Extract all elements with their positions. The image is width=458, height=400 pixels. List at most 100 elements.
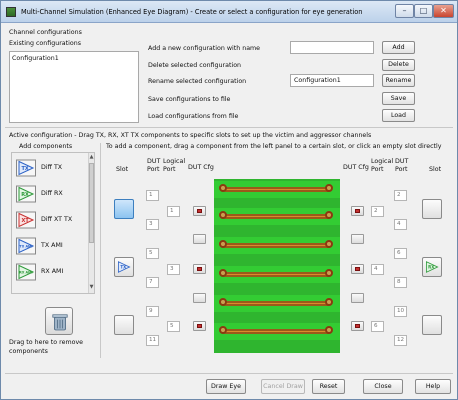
config-indicator-icon — [355, 267, 360, 271]
slot-instructions: To add a component, drag a component fro… — [106, 143, 442, 150]
trace — [223, 243, 331, 248]
dut-cfg-button[interactable] — [351, 321, 364, 331]
logical-port-header-left: Logical Port — [163, 158, 186, 173]
pad — [325, 211, 333, 219]
trace — [223, 214, 331, 219]
add-button[interactable]: Add — [382, 41, 415, 54]
load-config-label: Load configurations from file — [148, 113, 239, 120]
component-palette: TX Diff TX RX Diff RX XT Diff XT TX TX A… — [11, 152, 95, 294]
title-bar[interactable]: Multi-Channel Simulation (Enhanced Eye D… — [1, 1, 457, 23]
svg-text:RX: RX — [428, 265, 434, 270]
remove-components-label: Drag to here to remove components — [9, 339, 84, 355]
diff-xt-tx-component[interactable]: XT Diff XT TX — [15, 209, 91, 231]
slot-left-2[interactable]: TX — [114, 257, 134, 277]
slot-right-2[interactable]: RX — [422, 257, 442, 277]
reset-button[interactable]: Reset — [312, 379, 345, 394]
diff-xt-tx-label: Diff XT TX — [41, 216, 73, 223]
close-window-button[interactable]: ✕ — [433, 4, 454, 18]
scroll-down-arrow[interactable]: ▼ — [89, 284, 94, 290]
configuration-item[interactable]: Configuration1 — [12, 55, 59, 62]
load-button[interactable]: Load — [382, 109, 415, 122]
diff-rx-component[interactable]: RX Diff RX — [15, 183, 87, 205]
minimize-button[interactable]: – — [395, 4, 414, 18]
delete-button[interactable]: Delete — [382, 59, 415, 71]
rename-button[interactable]: Rename — [382, 74, 415, 87]
xt-icon: XT — [16, 211, 36, 229]
dut-port-box: 8 — [394, 277, 407, 288]
help-button[interactable]: Help — [415, 379, 451, 394]
dut-port-box: 3 — [146, 219, 159, 230]
logical-port-box: 3 — [167, 264, 180, 275]
pad — [219, 269, 227, 277]
logical-port-box: 6 — [371, 321, 384, 332]
panel-divider — [100, 143, 101, 358]
config-indicator-icon — [197, 267, 202, 271]
rename-config-field[interactable]: Configuration1 — [290, 74, 374, 87]
slot-right-1[interactable] — [422, 199, 442, 219]
dut-cfg-button[interactable] — [193, 206, 206, 216]
channel-trace-4 — [214, 266, 340, 283]
trace — [223, 301, 331, 306]
dut-port-header-right: DUT Port — [395, 158, 409, 173]
config-indicator-icon — [355, 324, 360, 328]
logical-port-header-right: Logical Port — [371, 158, 394, 173]
svg-text:TX AMI: TX AMI — [20, 245, 33, 249]
dut-cfg-button-empty[interactable] — [351, 234, 364, 244]
draw-eye-button[interactable]: Draw Eye — [206, 379, 246, 394]
maximize-button[interactable]: □ — [414, 4, 433, 18]
dut-port-box: 1 — [146, 190, 159, 201]
trace — [223, 187, 331, 192]
delete-config-label: Delete selected configuration — [148, 62, 242, 69]
channel-configurations-label: Channel configurations — [9, 29, 82, 36]
pad — [219, 326, 227, 334]
logical-port-box: 2 — [371, 206, 384, 217]
scroll-up-arrow[interactable]: ▲ — [89, 154, 94, 160]
dut-cfg-button-empty[interactable] — [193, 234, 206, 244]
slot-left-1[interactable] — [114, 199, 134, 219]
cancel-draw-button[interactable]: Cancel Draw — [261, 379, 305, 394]
dut-cfg-header-left: DUT Cfg — [188, 164, 214, 171]
dut-port-header-left: DUT Port — [147, 158, 161, 173]
dut-port-box: 9 — [146, 306, 159, 317]
save-button[interactable]: Save — [382, 92, 415, 105]
dut-cfg-button[interactable] — [351, 264, 364, 274]
dut-port-box: 10 — [394, 306, 407, 317]
section-divider — [5, 127, 453, 128]
remove-components-drop-zone[interactable] — [45, 307, 73, 335]
new-config-name-field[interactable] — [290, 41, 374, 54]
rx-ami-label: RX AMI — [41, 268, 64, 275]
pad — [219, 240, 227, 248]
close-button[interactable]: Close — [363, 379, 403, 394]
slot-header-right: Slot — [429, 166, 442, 173]
add-config-label: Add a new configuration with name — [148, 45, 261, 52]
slot-right-3[interactable] — [422, 315, 442, 335]
svg-text:RX: RX — [21, 192, 29, 198]
scroll-thumb[interactable] — [89, 163, 94, 243]
rename-config-label: Rename selected configuration — [148, 78, 247, 85]
dut-cfg-button[interactable] — [193, 264, 206, 274]
dut-port-box: 12 — [394, 335, 407, 346]
dut-cfg-button[interactable] — [351, 206, 364, 216]
dut-cfg-button[interactable] — [193, 321, 206, 331]
diff-rx-label: Diff RX — [41, 190, 63, 197]
pad — [325, 184, 333, 192]
rx-icon: RX — [16, 185, 36, 203]
slot-left-3[interactable] — [114, 315, 134, 335]
active-config-header: Active configuration - Drag TX, RX, XT T… — [9, 132, 372, 139]
dut-port-box: 4 — [394, 219, 407, 230]
palette-scrollbar[interactable]: ▲ ▼ — [88, 153, 94, 293]
add-components-label: Add components — [19, 143, 73, 150]
tx-ami-component[interactable]: TX AMI TX AMI — [15, 235, 87, 257]
window-title: Multi-Channel Simulation (Enhanced Eye D… — [21, 8, 363, 16]
diff-tx-component[interactable]: TX Diff TX — [15, 157, 87, 179]
configurations-list[interactable]: Configuration1 — [9, 51, 139, 123]
tx-ami-label: TX AMI — [41, 242, 63, 249]
dut-port-box: 6 — [394, 248, 407, 259]
trace — [223, 329, 331, 334]
dut-cfg-button-empty[interactable] — [193, 293, 206, 303]
main-window: Multi-Channel Simulation (Enhanced Eye D… — [0, 0, 458, 400]
dut-cfg-button-empty[interactable] — [351, 293, 364, 303]
dut-port-box: 7 — [146, 277, 159, 288]
rx-ami-component[interactable]: RX AMI RX AMI — [15, 261, 87, 283]
pad — [219, 298, 227, 306]
